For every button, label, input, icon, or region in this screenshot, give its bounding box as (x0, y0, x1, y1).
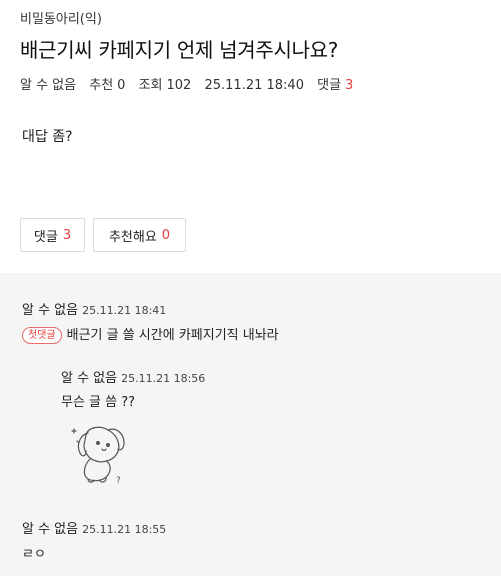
comment-author[interactable]: 알 수 없음 (22, 303, 78, 318)
recommend-stat: 추천 0 (89, 78, 125, 93)
reply-text: 무슨 글 씀 ?? (61, 395, 136, 410)
comment-stat-count: 3 (345, 78, 354, 93)
comment-section: 알 수 없음 25.11.21 18:41 첫댓글 배근기 글 쓸 시간에 카페지기… (0, 273, 501, 576)
first-comment-badge: 첫댓글 (22, 327, 62, 344)
post-body: 대답 좀? (22, 129, 73, 145)
views-label: 조회 (138, 78, 163, 93)
comment-text: 배근기 글 쓸 시간에 카페지기직 내놔라 (66, 328, 279, 343)
recommend-button-count: 0 (161, 227, 171, 243)
comment-time: 25.11.21 18:55 (82, 523, 167, 536)
recommend-button-label: 추천해요 (108, 229, 157, 245)
puppy-sticker-icon: ? (71, 426, 125, 486)
recommend-label: 추천 (89, 78, 114, 93)
reply-author[interactable]: 알 수 없음 (61, 371, 117, 386)
comment-text: ㄹㅇ (22, 547, 46, 562)
views-count: 102 (166, 78, 192, 93)
recommend-button[interactable]: 추천해요 0 (93, 218, 186, 252)
recommend-count: 0 (117, 78, 126, 93)
comments-button[interactable]: 댓글 3 (20, 218, 85, 252)
board-name[interactable]: 비밀동아리(익) (20, 8, 102, 27)
sticker-question-mark: ? (116, 476, 121, 486)
comment-stat[interactable]: 댓글 3 (317, 78, 362, 93)
views-stat: 조회 102 (139, 78, 192, 93)
comment-header: 알 수 없음 25.11.21 18:55 (22, 518, 166, 537)
comment-stat-label: 댓글 (317, 78, 342, 93)
post-meta: 알 수 없음 추천 0 조회 102 25.11.21 18:40 댓글 3 (20, 74, 371, 93)
reply-header: 알 수 없음 25.11.21 18:56 (61, 367, 205, 386)
post-date: 25.11.21 18:40 (204, 78, 304, 93)
comment-body: 첫댓글 배근기 글 쓸 시간에 카페지기직 내놔라 (22, 324, 279, 344)
comments-button-label: 댓글 (33, 229, 58, 245)
comments-button-count: 3 (62, 227, 72, 243)
comment-time: 25.11.21 18:41 (82, 304, 167, 317)
post-author[interactable]: 알 수 없음 (20, 78, 76, 93)
comment-header: 알 수 없음 25.11.21 18:41 (22, 299, 166, 318)
comment-author[interactable]: 알 수 없음 (22, 522, 78, 537)
reply-time: 25.11.21 18:56 (121, 372, 206, 385)
post-title: 배근기씨 카페지기 언제 넘겨주시나요? (20, 38, 339, 62)
